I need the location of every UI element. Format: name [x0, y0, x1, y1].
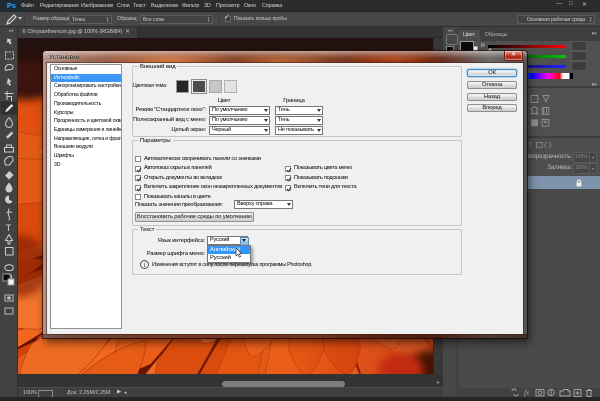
svg-text:T: T — [528, 142, 532, 149]
svg-text:T: T — [6, 223, 12, 234]
svg-text:fx: fx — [524, 389, 530, 397]
